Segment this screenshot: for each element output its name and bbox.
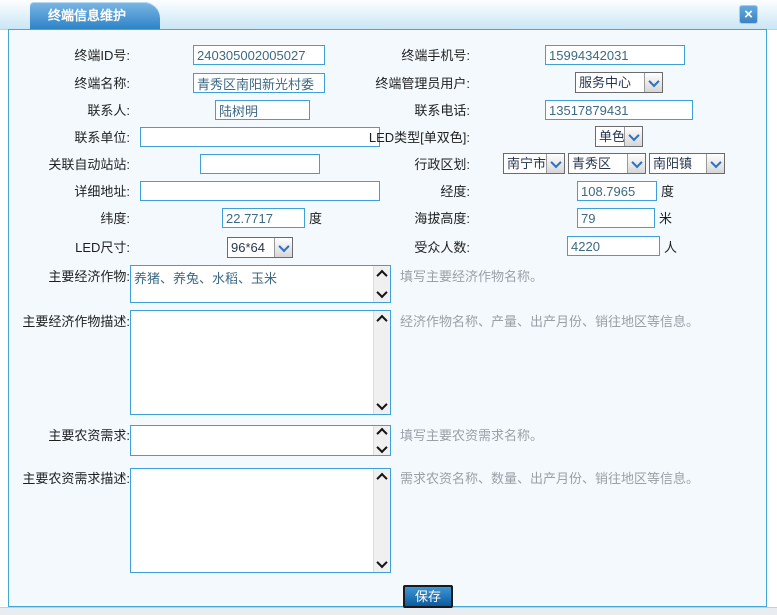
admin-user-value: 服务中心 [576, 73, 644, 92]
audience-label: 受众人数: [325, 240, 470, 256]
admin-user-label: 终端管理员用户: [325, 76, 470, 92]
chevron-down-icon [376, 399, 387, 410]
contact-label: 联系人: [6, 103, 130, 119]
agri-needs-desc-hint: 需求农资名称、数量、出产月份、销往地区等信息。 [400, 471, 699, 487]
audience-input[interactable] [567, 236, 660, 256]
address-label: 详细地址: [6, 184, 130, 200]
admin-region-label: 行政区划: [325, 157, 470, 173]
region-district-value: 青秀区 [569, 154, 627, 173]
terminal-phone-label: 终端手机号: [325, 48, 470, 64]
terminal-name-input[interactable] [193, 73, 325, 93]
dialog-title-tab: 终端信息维护 [30, 2, 160, 29]
led-size-label: LED尺寸: [6, 240, 130, 256]
terminal-phone-input[interactable] [545, 45, 685, 65]
terminal-id-input[interactable] [193, 45, 325, 65]
admin-user-select[interactable]: 服务中心 [575, 72, 663, 93]
main-crops-desc-hint: 经济作物名称、产量、出产月份、销往地区等信息。 [400, 314, 699, 330]
region-district-select[interactable]: 青秀区 [568, 153, 646, 174]
altitude-unit: 米 [659, 211, 672, 227]
contact-unit-label: 联系单位: [6, 130, 130, 146]
led-type-select[interactable]: 单色 [595, 126, 643, 147]
chevron-down-icon [706, 154, 724, 173]
chevron-down-icon [546, 154, 564, 173]
main-crops-hint: 填写主要经济作物名称。 [400, 269, 543, 285]
auto-station-label: 关联自动站站: [6, 157, 130, 173]
textarea-scrollbar[interactable] [373, 311, 390, 414]
main-crops-textarea[interactable]: 养猪、养兔、水稻、玉米 [131, 266, 373, 302]
dialog-titlebar: 终端信息维护 × [0, 0, 777, 30]
latitude-input[interactable] [222, 208, 305, 228]
region-town-select[interactable]: 南阳镇 [649, 153, 725, 174]
agri-needs-desc-textarea-wrap [130, 468, 391, 573]
longitude-input[interactable] [577, 181, 657, 201]
close-button[interactable]: × [739, 5, 758, 24]
agri-needs-hint: 填写主要农资需求名称。 [400, 428, 543, 444]
main-crops-desc-textarea[interactable] [131, 311, 373, 414]
chevron-down-icon [644, 73, 662, 92]
main-crops-textarea-wrap: 养猪、养兔、水稻、玉米 [130, 265, 391, 303]
terminal-info-dialog: 终端信息维护 × 终端ID号: 终端手机号: 终端名称: 终端管理员用户: 服务… [0, 0, 777, 615]
region-city-value: 南宁市 [504, 154, 546, 173]
chevron-down-icon [627, 154, 645, 173]
region-city-select[interactable]: 南宁市 [503, 153, 565, 174]
main-crops-label: 主要经济作物: [6, 269, 130, 285]
region-town-value: 南阳镇 [650, 154, 706, 173]
agri-needs-textarea[interactable] [131, 426, 373, 455]
chevron-up-icon [376, 428, 387, 439]
led-type-value: 单色 [596, 127, 624, 146]
latitude-label: 纬度: [6, 211, 130, 227]
contact-phone-label: 联系电话: [325, 103, 470, 119]
chevron-down-icon [624, 127, 642, 146]
longitude-unit: 度 [661, 184, 674, 200]
altitude-label: 海拔高度: [325, 211, 470, 227]
latitude-unit: 度 [309, 211, 322, 227]
textarea-scrollbar[interactable] [373, 469, 390, 572]
agri-needs-desc-label: 主要农资需求描述: [6, 471, 130, 487]
dialog-title: 终端信息维护 [48, 8, 126, 23]
chevron-up-icon [376, 315, 387, 326]
main-crops-desc-label: 主要经济作物描述: [6, 314, 130, 330]
textarea-scrollbar[interactable] [373, 426, 390, 455]
chevron-down-icon [376, 287, 387, 298]
contact-phone-input[interactable] [545, 100, 693, 120]
terminal-name-label: 终端名称: [6, 76, 130, 92]
save-button[interactable]: 保存 [403, 585, 453, 608]
chevron-down-icon [274, 238, 292, 257]
led-size-value: 96*64 [228, 238, 274, 257]
main-crops-desc-textarea-wrap [130, 310, 391, 415]
auto-station-input[interactable] [200, 154, 320, 174]
chevron-down-icon [376, 557, 387, 568]
contact-input[interactable] [215, 100, 310, 120]
chevron-down-icon [376, 442, 387, 453]
led-size-select[interactable]: 96*64 [227, 237, 293, 258]
dialog-bottom-edge [0, 607, 777, 615]
audience-unit: 人 [664, 240, 677, 256]
agri-needs-label: 主要农资需求: [6, 428, 130, 444]
close-icon: × [744, 6, 753, 23]
agri-needs-textarea-wrap [130, 425, 391, 456]
agri-needs-desc-textarea[interactable] [131, 469, 373, 572]
led-type-label: LED类型[单双色]: [325, 130, 470, 146]
chevron-up-icon [376, 270, 387, 281]
textarea-scrollbar[interactable] [373, 266, 390, 302]
chevron-up-icon [376, 473, 387, 484]
longitude-label: 经度: [325, 184, 470, 200]
terminal-id-label: 终端ID号: [6, 48, 130, 64]
altitude-input[interactable] [577, 208, 655, 228]
